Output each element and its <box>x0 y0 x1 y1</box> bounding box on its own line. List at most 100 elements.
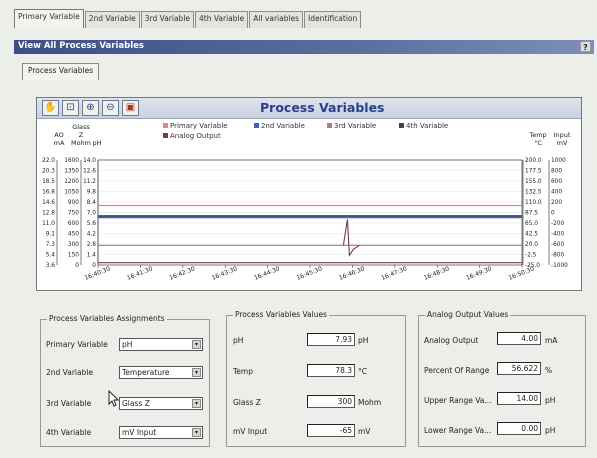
mv-input-value: -65 <box>307 424 355 437</box>
axis-tick-label: 3.6 <box>46 263 56 269</box>
process-variables-chart: ✋ ⊡ ⊕ ⊖ ▣ Process Variables Primary Vari… <box>36 97 582 291</box>
axis-header: Glass <box>72 123 90 131</box>
chart-plot: Primary Variable 2nd Variable 3rd Variable… <box>42 122 571 282</box>
lower-range-value: 0.00 <box>497 422 541 435</box>
2nd-variable-label: 2nd Variable <box>46 368 94 377</box>
temp-unit: °C <box>358 367 367 376</box>
x-tick-label: 16:43:30 <box>211 265 239 282</box>
axis-tick-label: 900 <box>68 200 79 206</box>
axis-tick-label: 14.6 <box>42 200 55 206</box>
upper-range-value: 14.00 <box>497 392 541 405</box>
tab-primary-variable[interactable]: Primary Variable <box>14 9 84 28</box>
x-tick-label: 16:49:30 <box>465 265 493 282</box>
x-tick-label: 16:46:30 <box>338 265 366 282</box>
chevron-down-icon: ▾ <box>192 368 201 377</box>
analog-output-unit: mA <box>545 336 558 345</box>
lower-range-unit: pH <box>545 426 556 435</box>
temp-label: Temp <box>233 367 253 376</box>
axis-header: Z <box>79 131 84 139</box>
axis-tick-label: 9.8 <box>87 190 97 196</box>
axis-tick-label: 22.0 <box>42 158 55 164</box>
axis-tick-label: 200 <box>551 200 562 206</box>
zoom-out-icon[interactable]: ⊖ <box>102 100 119 116</box>
legend-label: 4th Variable <box>406 122 448 130</box>
series-transient <box>342 219 360 257</box>
3rd-variable-label: 3rd Variable <box>46 399 92 408</box>
axis-tick-label: 110.0 <box>525 200 542 206</box>
axis-header: pH <box>92 139 101 147</box>
zoom-box-icon[interactable]: ⊡ <box>62 100 79 116</box>
tab-4th-variable[interactable]: 4th Variable <box>195 11 249 28</box>
4th-variable-label: 4th Variable <box>46 428 92 437</box>
axis-tick-label: 87.5 <box>525 211 538 217</box>
axis-tick-label: 1200 <box>64 179 79 185</box>
3rd-variable-value: Glass Z <box>122 399 150 408</box>
chevron-down-icon: ▾ <box>192 428 201 437</box>
axis-tick-label: 200.0 <box>525 158 542 164</box>
lower-range-label: Lower Range Va... <box>424 426 492 435</box>
tab-all-variables[interactable]: All variables <box>249 11 304 28</box>
axis-tick-label: -200 <box>551 221 564 227</box>
axis-tick-label: 2.8 <box>87 242 97 248</box>
axis-header: mA <box>54 139 65 147</box>
axis-tick-label: 600 <box>68 221 79 227</box>
axis-tick-label: 11.2 <box>83 179 96 185</box>
3rd-variable-select[interactable]: Glass Z ▾ <box>119 397 203 410</box>
tab-3rd-variable[interactable]: 3rd Variable <box>140 11 195 28</box>
axis-tick-label: 177.5 <box>525 169 542 175</box>
axis-tick-label: 0 <box>551 211 555 217</box>
x-tick-label: 16:41:30 <box>126 265 154 282</box>
print-icon[interactable]: ▣ <box>122 100 139 116</box>
primary-variable-select[interactable]: pH ▾ <box>119 338 203 351</box>
ph-unit: pH <box>358 336 369 345</box>
mouse-cursor-icon <box>108 390 120 407</box>
axis-tick-label: 18.5 <box>42 179 55 185</box>
tab-identification[interactable]: Identification <box>304 11 362 28</box>
axis-tick-label: 7.0 <box>87 211 97 217</box>
legend-label: 3rd Variable <box>334 122 376 130</box>
axis-tick-label: 132.5 <box>525 190 542 196</box>
axis-tick-label: -1000 <box>551 263 568 269</box>
tab-2nd-variable[interactable]: 2nd Variable <box>84 11 140 28</box>
glass-z-value: 300 <box>307 395 355 408</box>
4th-variable-select[interactable]: mV Input ▾ <box>119 426 203 439</box>
axis-tick-label: 600 <box>551 179 562 185</box>
axis-tick-label: 1050 <box>64 190 79 196</box>
legend-swatch <box>163 133 168 138</box>
axis-tick-label: -2.5 <box>525 253 537 259</box>
axis-header: mV <box>557 139 568 147</box>
window-titlebar: View All Process Variables ? <box>14 40 594 54</box>
axis-header: Mohm <box>71 139 91 147</box>
upper-range-unit: pH <box>545 396 556 405</box>
2nd-variable-select[interactable]: Temperature ▾ <box>119 366 203 379</box>
legend-swatch <box>327 123 332 128</box>
4th-variable-value: mV Input <box>122 428 157 437</box>
ph-value: 7.93 <box>307 333 355 346</box>
x-tick-label: 16:50:30 <box>508 265 536 282</box>
hand-icon[interactable]: ✋ <box>42 100 59 116</box>
axis-tick-label: 300 <box>68 242 79 248</box>
legend-label: Primary Variable <box>170 122 228 130</box>
legend-swatch <box>163 123 168 128</box>
x-tick-label: 16:48:30 <box>423 265 451 282</box>
assignments-group: Process Variables Assignments Primary Va… <box>40 314 210 447</box>
axis-tick-label: 0 <box>75 263 79 269</box>
axis-tick-label: -600 <box>551 242 564 248</box>
tab-process-variables[interactable]: Process Variables <box>22 63 100 80</box>
x-tick-label: 16:44:30 <box>253 265 281 282</box>
tab-strip: Primary Variable 2nd Variable 3rd Variab… <box>14 9 362 28</box>
axis-tick-label: 1.4 <box>87 253 97 259</box>
x-tick-label: 16:42:30 <box>168 265 196 282</box>
glass-z-label: Glass Z <box>233 398 261 407</box>
x-tick-label: 16:40:30 <box>84 265 112 282</box>
x-tick-label: 16:47:30 <box>380 265 408 282</box>
axis-tick-label: 1000 <box>551 158 566 164</box>
chart-toolbar: ✋ ⊡ ⊕ ⊖ ▣ Process Variables <box>37 98 581 119</box>
legend-swatch <box>399 123 404 128</box>
ph-label: pH <box>233 336 244 345</box>
axis-tick-label: 750 <box>68 211 79 217</box>
legend-swatch <box>254 123 259 128</box>
zoom-in-icon[interactable]: ⊕ <box>82 100 99 116</box>
help-button[interactable]: ? <box>580 41 591 52</box>
x-tick-label: 16:45:30 <box>296 265 324 282</box>
